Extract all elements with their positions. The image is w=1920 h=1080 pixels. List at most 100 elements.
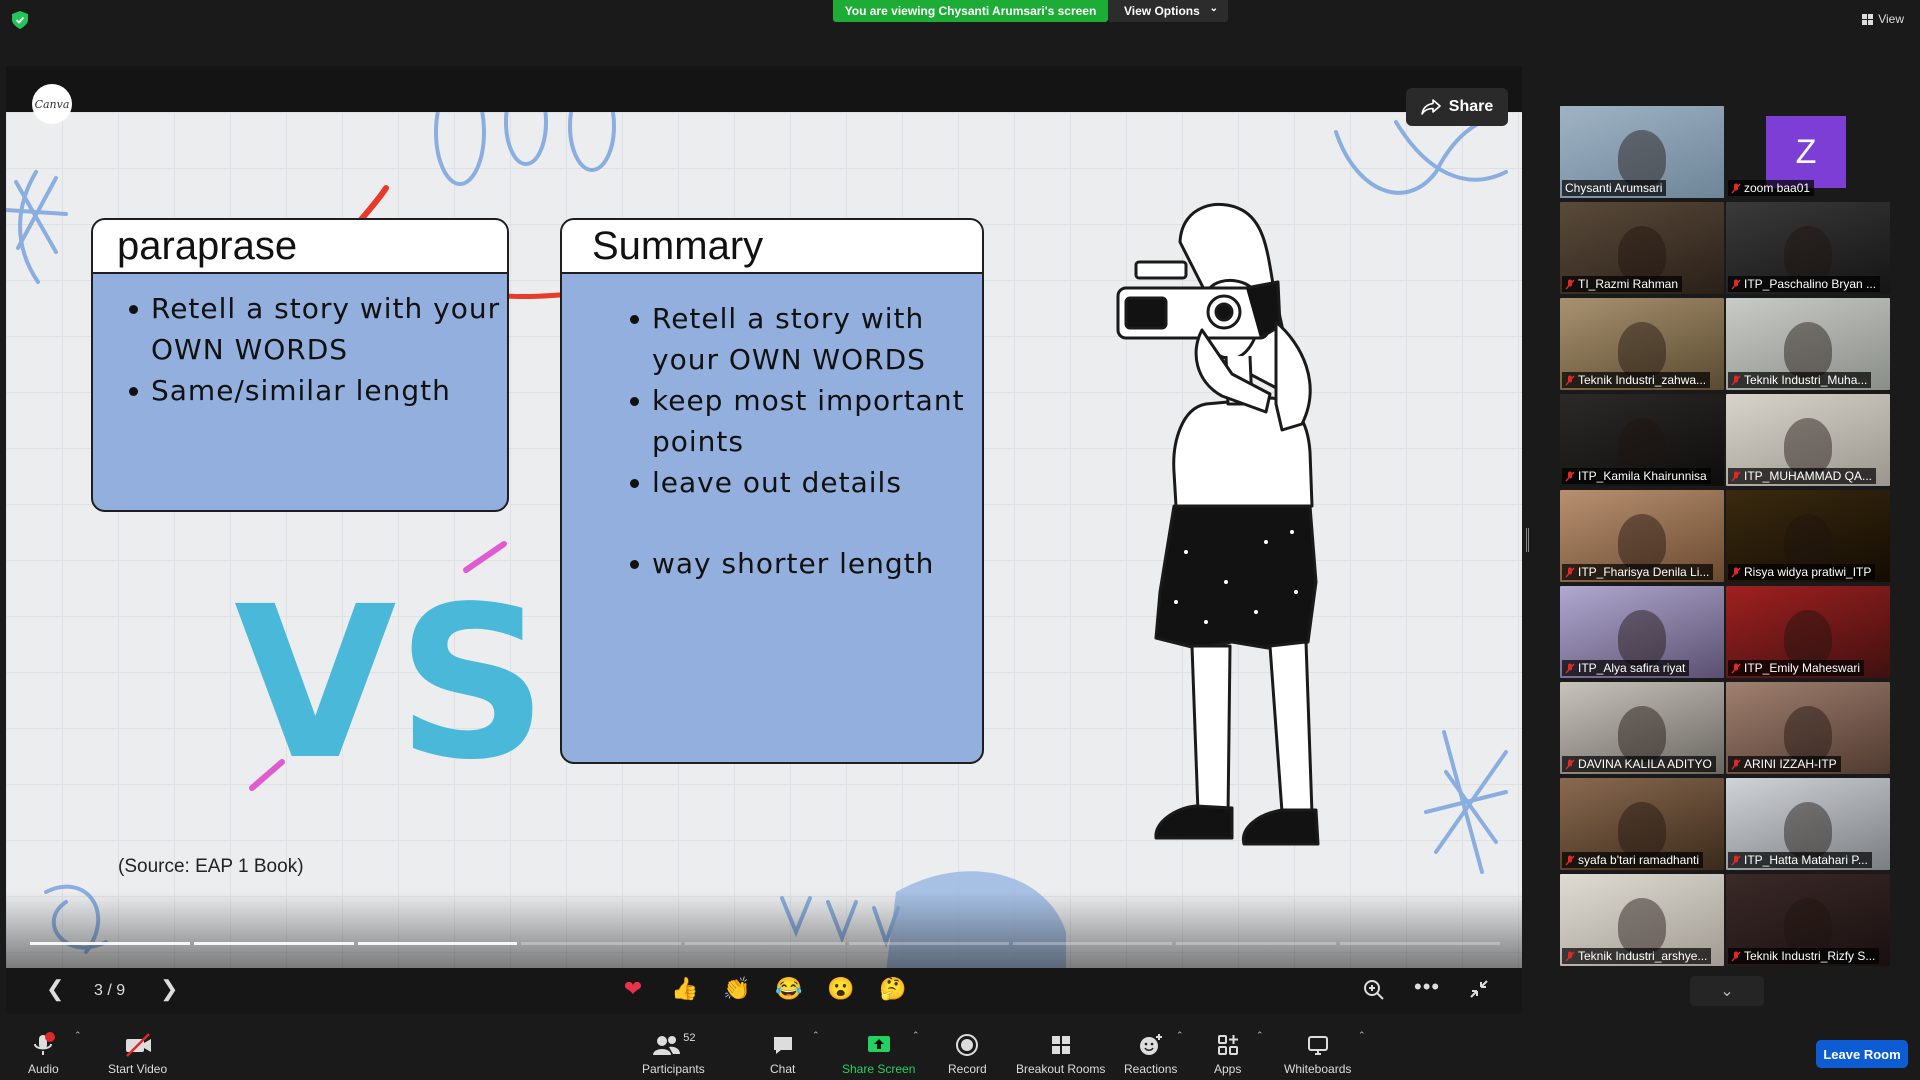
progress-segment[interactable] <box>1176 942 1337 945</box>
muted-mic-icon <box>1565 663 1575 673</box>
apps-button[interactable]: Apps ⌃ <box>1214 1030 1264 1076</box>
participant-name-tag: Chysanti Arumsari <box>1562 180 1667 196</box>
participant-name: Teknik Industri_arshye... <box>1578 949 1708 963</box>
page-indicator: 3 / 9 <box>94 982 126 999</box>
record-button[interactable]: Record <box>948 1032 987 1076</box>
previous-slide-button[interactable]: ❮ <box>46 976 64 1002</box>
participant-name-tag: ITP_Alya safira riyat <box>1562 660 1690 676</box>
muted-mic-icon <box>1731 567 1741 577</box>
whiteboards-button[interactable]: Whiteboards ⌃ <box>1284 1030 1366 1076</box>
open-mouth-emoji-button[interactable]: 😮 <box>826 974 856 1004</box>
participant-tile[interactable]: ITP_Paschalino Bryan ... <box>1726 202 1890 294</box>
chat-button[interactable]: Chat ⌃ <box>770 1030 820 1076</box>
participant-name: syafa b'tari ramadhanti <box>1578 853 1700 867</box>
exit-fullscreen-icon[interactable] <box>1468 978 1490 1000</box>
apps-label: Apps <box>1214 1062 1242 1076</box>
thumbs-up-emoji-button[interactable]: 👍 <box>670 974 700 1004</box>
slide-progress-bar[interactable] <box>30 942 1501 946</box>
participants-button[interactable]: 52 Participants <box>642 1032 705 1076</box>
share-screen-button[interactable]: Share Screen ⌃ <box>842 1030 920 1076</box>
progress-segment[interactable] <box>193 942 354 945</box>
audio-button[interactable]: Audio ⌃ <box>28 1030 82 1076</box>
participant-tile[interactable]: Teknik Industri_Rizfy S... <box>1726 874 1890 966</box>
shield-icon[interactable] <box>12 11 28 29</box>
participant-tile[interactable]: DAVINA KALILA ADITYO <box>1560 682 1724 774</box>
participant-tile[interactable]: ARINI IZZAH-ITP <box>1726 682 1890 774</box>
participant-name-tag: ITP_Paschalino Bryan ... <box>1728 276 1881 292</box>
chat-label: Chat <box>770 1062 796 1076</box>
muted-mic-icon <box>1731 279 1741 289</box>
view-options-button[interactable]: View Options ⌄ <box>1108 0 1228 22</box>
joy-emoji-button[interactable]: 😂 <box>774 974 804 1004</box>
clap-emoji-button[interactable]: 👏 <box>722 974 752 1004</box>
heart-emoji-button[interactable]: ❤ <box>618 974 648 1004</box>
participant-tile[interactable]: Teknik Industri_Muha... <box>1726 298 1890 390</box>
participant-name: zoom baa01 <box>1744 181 1811 195</box>
panel-resize-handle[interactable] <box>1526 528 1529 552</box>
participant-silhouette <box>1618 322 1666 378</box>
reactions-button[interactable]: Reactions ⌃ <box>1124 1030 1184 1076</box>
reactions-label: Reactions <box>1124 1062 1178 1076</box>
participant-name-tag: Teknik Industri_Rizfy S... <box>1728 948 1880 964</box>
zoom-in-icon[interactable] <box>1362 978 1386 1002</box>
progress-segment[interactable] <box>1340 942 1501 945</box>
leave-room-button[interactable]: Leave Room <box>1816 1040 1908 1068</box>
participant-tile[interactable]: ITP_Hatta Matahari P... <box>1726 778 1890 870</box>
thinking-emoji-button[interactable]: 🤔 <box>878 974 908 1004</box>
gallery-scroll-down-button[interactable]: ⌄ <box>1690 976 1764 1006</box>
participant-tile[interactable]: syafa b'tari ramadhanti <box>1560 778 1724 870</box>
canva-share-button[interactable]: Share <box>1406 88 1508 126</box>
participant-tile[interactable]: Teknik Industri_arshye... <box>1560 874 1724 966</box>
view-label: View <box>1878 12 1904 26</box>
presenter-controls: ❮ 3 / 9 ❯ ❤ 👍 👏 😂 😮 🤔 ••• <box>6 968 1522 1014</box>
canva-logo[interactable]: Canva <box>32 84 72 124</box>
participant-tile[interactable]: Teknik Industri_zahwa... <box>1560 298 1724 390</box>
record-label: Record <box>948 1062 987 1076</box>
participant-name: Chysanti Arumsari <box>1565 181 1663 195</box>
apps-caret-icon[interactable]: ⌃ <box>1256 1030 1264 1041</box>
participant-tile[interactable]: Zzoom baa01 <box>1726 106 1890 198</box>
paraphrase-bullet: Retell a story with your OWN WORDS <box>129 288 507 370</box>
audio-caret-icon[interactable]: ⌃ <box>74 1030 82 1041</box>
participant-name-tag: ITP_Emily Maheswari <box>1728 660 1865 676</box>
participant-name-tag: Teknik Industri_Muha... <box>1728 372 1872 388</box>
whiteboards-caret-icon[interactable]: ⌃ <box>1358 1030 1366 1041</box>
reactions-caret-icon[interactable]: ⌃ <box>1176 1030 1184 1041</box>
paraphrase-title: paraprase <box>93 220 507 274</box>
progress-segment[interactable] <box>357 942 518 945</box>
reaction-emoji-bar: ❤ 👍 👏 😂 😮 🤔 <box>618 974 908 1004</box>
participant-name-tag: ARINI IZZAH-ITP <box>1728 756 1841 772</box>
progress-segment[interactable] <box>1012 942 1173 945</box>
chat-icon <box>771 1032 795 1058</box>
participant-tile[interactable]: ITP_MUHAMMAD QA... <box>1726 394 1890 486</box>
participant-name: ITP_MUHAMMAD QA... <box>1744 469 1873 483</box>
view-button[interactable]: View <box>1862 12 1904 26</box>
participant-tile[interactable]: Risya widya pratiwi_ITP <box>1726 490 1890 582</box>
participant-tile[interactable]: ITP_Emily Maheswari <box>1726 586 1890 678</box>
apps-icon <box>1216 1032 1240 1058</box>
muted-mic-icon <box>1731 951 1741 961</box>
progress-segment[interactable] <box>30 942 190 945</box>
start-video-button[interactable]: Start Video <box>108 1032 167 1076</box>
more-options-icon[interactable]: ••• <box>1414 974 1440 1000</box>
participant-tile[interactable]: TI_Razmi Rahman <box>1560 202 1724 294</box>
participant-name: ARINI IZZAH-ITP <box>1744 757 1837 771</box>
viewing-screen-banner: You are viewing Chysanti Arumsari's scre… <box>833 0 1108 22</box>
breakout-rooms-button[interactable]: Breakout Rooms <box>1016 1032 1105 1076</box>
next-slide-button[interactable]: ❯ <box>160 976 178 1002</box>
participant-tile[interactable]: Chysanti Arumsari <box>1560 106 1724 198</box>
progress-segment[interactable] <box>521 942 682 945</box>
participant-tile[interactable]: ITP_Fharisya Denila Li... <box>1560 490 1724 582</box>
share-screen-caret-icon[interactable]: ⌃ <box>912 1030 920 1041</box>
participant-tile[interactable]: ITP_Alya safira riyat <box>1560 586 1724 678</box>
summary-title: Summary <box>562 220 982 274</box>
participant-name-tag: ITP_Kamila Khairunnisa <box>1562 468 1711 484</box>
participant-silhouette <box>1784 706 1832 762</box>
progress-segment[interactable] <box>848 942 1009 945</box>
chat-caret-icon[interactable]: ⌃ <box>812 1030 820 1041</box>
participant-tile[interactable]: ITP_Kamila Khairunnisa <box>1560 394 1724 486</box>
presentation-slide: VS paraprase Retell a story with your OW… <box>6 112 1522 968</box>
paraphrase-bullet: Same/similar length <box>129 370 507 411</box>
muted-mic-icon <box>1731 471 1741 481</box>
progress-segment[interactable] <box>685 942 845 945</box>
